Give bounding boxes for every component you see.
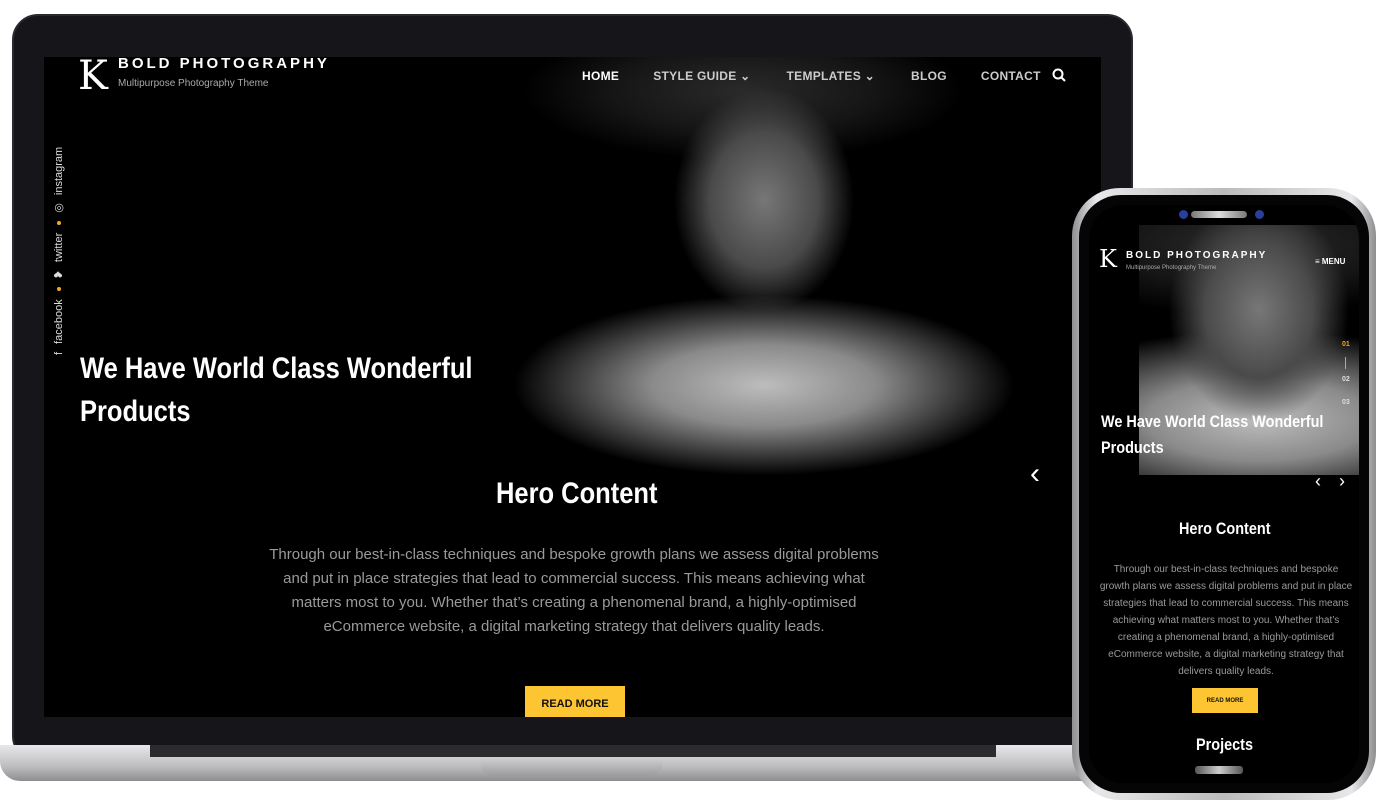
- social-links: f facebook ❥ twitter ◎ instagram: [52, 147, 66, 355]
- hero-title: We Have World Class Wonderful Products: [1101, 412, 1324, 457]
- content-heading: Hero Content: [496, 477, 658, 510]
- phone-speaker: [1191, 211, 1247, 218]
- slider-next-button[interactable]: ›: [1339, 471, 1345, 492]
- phone-screen: K BOLD PHOTOGRAPHY Multipurpose Photogra…: [1089, 205, 1359, 783]
- read-more-button[interactable]: READ MORE: [1192, 688, 1258, 713]
- main-nav: HOME STYLE GUIDE ⌄ TEMPLATES ⌄ BLOG CONTACT: [582, 67, 1075, 85]
- logo[interactable]: K: [78, 57, 108, 99]
- separator-dot: [56, 287, 61, 292]
- hero-title: We Have World Class Wonderful Products: [80, 352, 473, 428]
- slide-indicator-1[interactable]: 01: [1342, 341, 1350, 348]
- search-icon[interactable]: [1052, 68, 1066, 82]
- hero-photo: [504, 57, 1024, 478]
- slide-indicator-3[interactable]: 03: [1342, 399, 1350, 406]
- instagram-icon: ◎: [53, 203, 65, 213]
- slider-prev-button[interactable]: ‹: [1315, 471, 1321, 492]
- phone-frame: K BOLD PHOTOGRAPHY Multipurpose Photogra…: [1072, 188, 1376, 800]
- menu-button[interactable]: ≡ MENU: [1315, 257, 1345, 266]
- nav-home[interactable]: HOME: [582, 69, 619, 83]
- site-brand[interactable]: BOLD PHOTOGRAPHY: [118, 57, 330, 72]
- content-body: Through our best-in-class techniques and…: [269, 546, 879, 635]
- laptop-hinge: [150, 745, 996, 757]
- site-brand[interactable]: BOLD PHOTOGRAPHY: [1126, 250, 1267, 261]
- site-tagline: Multipurpose Photography Theme: [118, 78, 269, 89]
- phone-camera: [1179, 210, 1188, 219]
- facebook-icon: f: [52, 351, 65, 355]
- site-tagline: Multipurpose Photography Theme: [1126, 265, 1217, 271]
- nav-blog[interactable]: BLOG: [911, 69, 947, 83]
- content-body: Through our best-in-class techniques and…: [1099, 564, 1353, 677]
- twitter-icon: ❥: [53, 270, 65, 280]
- nav-contact[interactable]: CONTACT: [981, 69, 1041, 83]
- content-heading: Hero Content: [1179, 519, 1271, 538]
- read-more-button[interactable]: READ MORE: [525, 686, 625, 717]
- hamburger-icon: ≡: [1315, 257, 1322, 266]
- social-instagram[interactable]: instagram: [53, 147, 65, 195]
- laptop-notch: [480, 758, 663, 776]
- phone-home-bar: [1195, 766, 1243, 774]
- phone-sensor: [1255, 210, 1264, 219]
- separator-dot: [56, 220, 61, 225]
- slide-indicator-2[interactable]: 02: [1342, 376, 1350, 383]
- slide-indicator-line: [1345, 357, 1346, 369]
- projects-heading: Projects: [1196, 735, 1254, 754]
- slider-prev-button[interactable]: ‹: [1030, 457, 1040, 491]
- social-twitter[interactable]: twitter: [53, 233, 65, 262]
- social-facebook[interactable]: facebook: [53, 299, 65, 344]
- logo[interactable]: K: [1099, 245, 1117, 273]
- laptop-screen: K BOLD PHOTOGRAPHY Multipurpose Photogra…: [44, 57, 1101, 717]
- nav-style-guide[interactable]: STYLE GUIDE ⌄: [653, 69, 750, 83]
- nav-templates[interactable]: TEMPLATES ⌄: [787, 69, 875, 83]
